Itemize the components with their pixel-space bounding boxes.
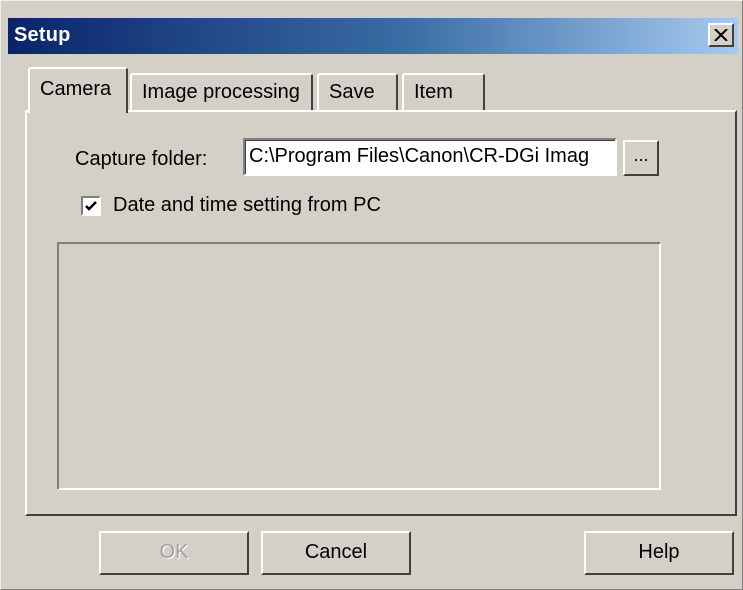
preview-group-box xyxy=(57,242,661,490)
camera-tab-panel: Capture folder: C:\Program Files\Canon\C… xyxy=(25,110,737,516)
close-icon xyxy=(714,29,728,41)
date-time-checkbox[interactable] xyxy=(81,196,101,216)
window-title: Setup xyxy=(14,24,71,46)
tab-item[interactable]: Item xyxy=(402,73,485,111)
tab-camera[interactable]: Camera xyxy=(28,67,128,113)
help-button[interactable]: Help xyxy=(584,531,734,575)
cancel-button[interactable]: Cancel xyxy=(261,531,411,575)
close-button[interactable] xyxy=(708,23,734,47)
browse-folder-button[interactable]: ... xyxy=(623,140,659,176)
tab-label: Image processing xyxy=(142,81,300,103)
tab-save[interactable]: Save xyxy=(317,73,398,111)
setup-dialog: Setup Camera Image processing Save Item … xyxy=(0,0,743,590)
title-bar: Setup xyxy=(8,18,738,54)
checkmark-icon xyxy=(85,201,97,211)
tab-label: Save xyxy=(329,81,375,103)
date-time-checkbox-label[interactable]: Date and time setting from PC xyxy=(113,194,381,217)
ok-button[interactable]: OK xyxy=(99,531,249,575)
tab-label: Item xyxy=(414,81,453,103)
tab-label: Camera xyxy=(40,78,112,100)
tab-image-processing[interactable]: Image processing xyxy=(130,73,313,111)
capture-folder-input[interactable]: C:\Program Files\Canon\CR-DGi Imag xyxy=(243,138,617,176)
capture-folder-label: Capture folder: xyxy=(75,148,208,170)
